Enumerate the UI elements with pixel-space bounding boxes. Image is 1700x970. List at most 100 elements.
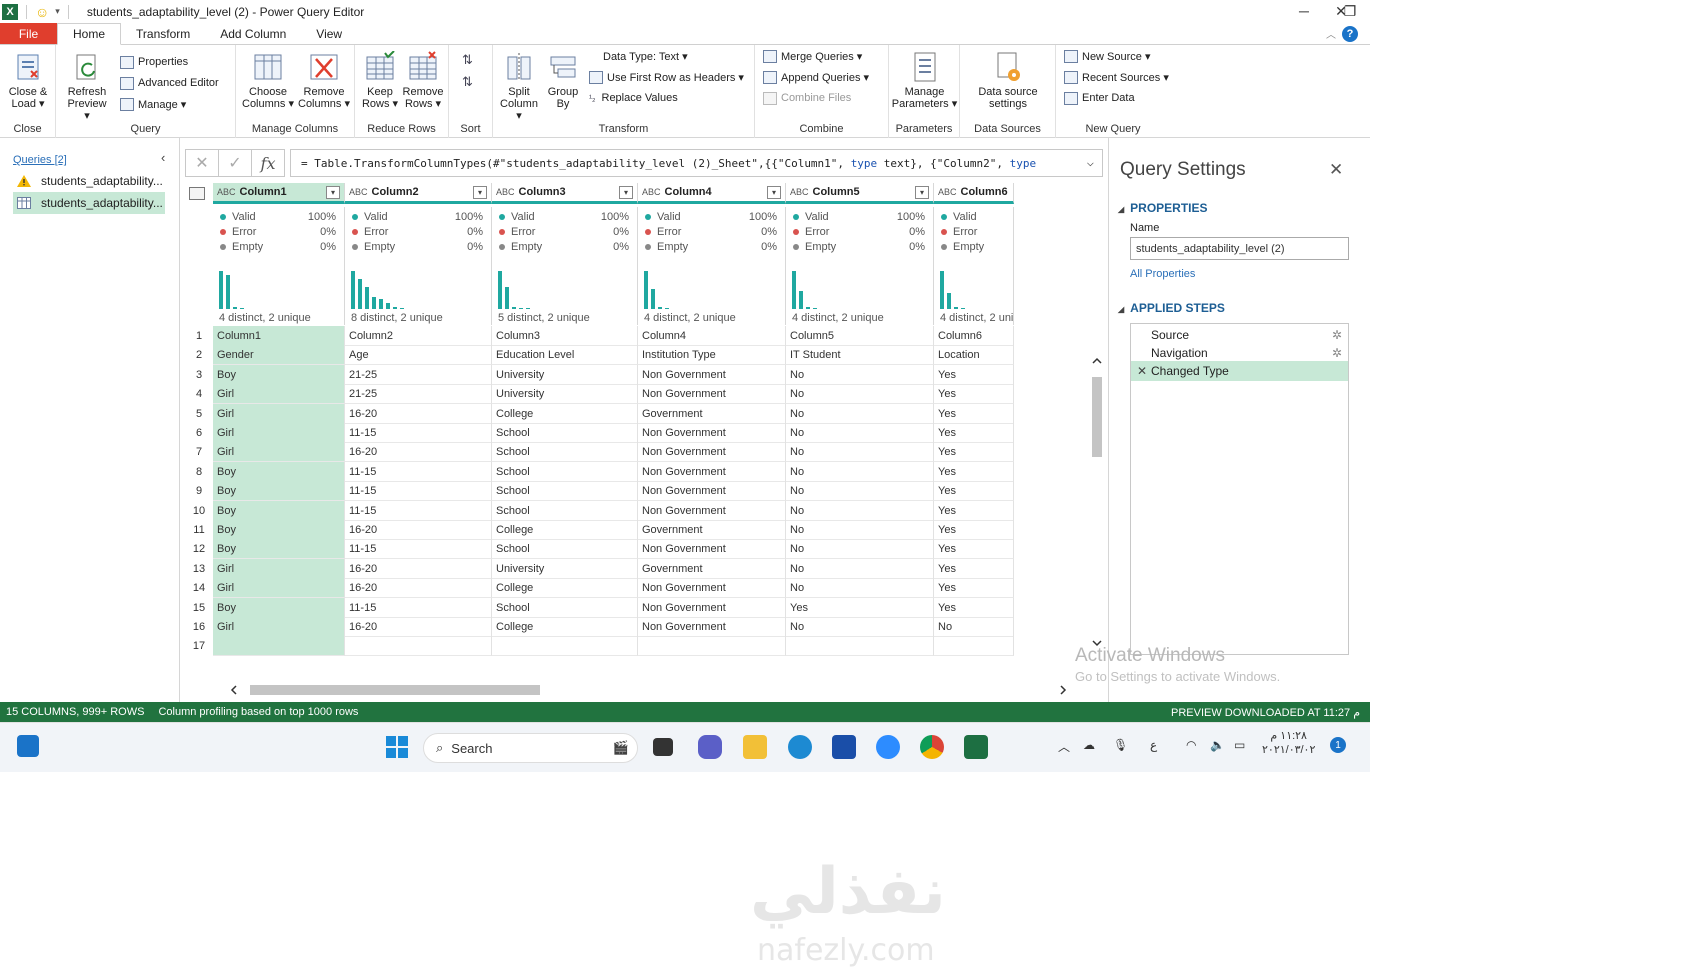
applied-steps-heading[interactable]: ◢ APPLIED STEPS xyxy=(1118,301,1225,315)
vertical-scrollbar[interactable] xyxy=(1090,355,1104,680)
text-type-icon[interactable]: ABC xyxy=(938,187,957,197)
table-cell[interactable]: 11-15 xyxy=(345,501,492,521)
table-cell[interactable]: No xyxy=(786,365,934,385)
table-cell[interactable]: University xyxy=(492,559,638,579)
column-header[interactable]: ABC Column3 ▾ xyxy=(492,183,638,204)
table-cell[interactable]: No xyxy=(786,501,934,521)
clock[interactable]: ١١:٢٨ م ٢٠٢١/٠٣/٠٢ xyxy=(1262,729,1315,757)
table-cell[interactable]: Boy xyxy=(213,501,345,521)
commit-formula-button[interactable]: ✓ xyxy=(218,149,252,177)
table-cell[interactable] xyxy=(213,636,345,656)
table-cell[interactable]: 11-15 xyxy=(345,598,492,618)
table-cell[interactable]: School xyxy=(492,501,638,521)
query-name-input[interactable]: students_adaptability_level (2) xyxy=(1130,237,1349,260)
table-cell[interactable]: Non Government xyxy=(638,384,786,404)
table-cell[interactable]: School xyxy=(492,539,638,559)
table-cell[interactable]: Yes xyxy=(934,384,1014,404)
table-cell[interactable]: Yes xyxy=(934,539,1014,559)
table-cell[interactable]: 21-25 xyxy=(345,384,492,404)
horizontal-scrollbar[interactable] xyxy=(228,683,1073,697)
table-cell[interactable]: Government xyxy=(638,559,786,579)
table-cell[interactable]: Yes xyxy=(934,520,1014,540)
table-cell[interactable]: 21-25 xyxy=(345,365,492,385)
table-cell[interactable] xyxy=(345,636,492,656)
table-cell[interactable]: No xyxy=(786,442,934,462)
value-distribution-histogram[interactable] xyxy=(219,271,244,309)
table-cell[interactable]: Column4 xyxy=(638,326,786,346)
table-cell[interactable]: University xyxy=(492,384,638,404)
row-number[interactable]: 10 xyxy=(185,505,213,517)
excel-taskbar-icon[interactable] xyxy=(964,735,988,759)
table-cell[interactable]: School xyxy=(492,442,638,462)
table-cell[interactable]: 11-15 xyxy=(345,462,492,482)
table-cell[interactable]: No xyxy=(786,520,934,540)
row-number[interactable]: 2 xyxy=(185,349,213,361)
column-header[interactable]: ABC Column6 xyxy=(934,183,1014,204)
insert-function-button[interactable]: fx xyxy=(251,149,285,177)
table-cell[interactable]: Yes xyxy=(934,442,1014,462)
table-cell[interactable] xyxy=(638,636,786,656)
value-distribution-histogram[interactable] xyxy=(940,271,965,309)
table-cell[interactable]: Yes xyxy=(934,501,1014,521)
table-cell[interactable]: Non Government xyxy=(638,423,786,443)
table-cell[interactable]: College xyxy=(492,578,638,598)
table-cell[interactable]: No xyxy=(786,423,934,443)
table-cell[interactable]: Non Government xyxy=(638,539,786,559)
refresh-preview-button[interactable]: Refresh Preview ▾ xyxy=(64,51,110,122)
column-header[interactable]: ABC Column2 ▾ xyxy=(345,183,492,204)
manage-parameters-button[interactable]: Manage Parameters ▾ xyxy=(891,51,958,110)
table-cell[interactable]: Non Government xyxy=(638,442,786,462)
table-cell[interactable]: School xyxy=(492,423,638,443)
filter-dropdown-icon[interactable]: ▾ xyxy=(767,186,781,199)
table-cell[interactable]: Column5 xyxy=(786,326,934,346)
query-item-selected[interactable]: students_adaptability... xyxy=(13,192,165,214)
row-number[interactable]: 3 xyxy=(185,369,213,381)
value-distribution-histogram[interactable] xyxy=(792,271,817,309)
value-distribution-histogram[interactable] xyxy=(351,271,404,309)
filter-dropdown-icon[interactable]: ▾ xyxy=(473,186,487,199)
gear-icon[interactable]: ✲ xyxy=(1332,346,1342,360)
collapse-pane-icon[interactable]: ‹ xyxy=(161,150,165,165)
filter-dropdown-icon[interactable]: ▾ xyxy=(326,186,340,199)
table-cell[interactable]: No xyxy=(786,462,934,482)
value-distribution-histogram[interactable] xyxy=(644,271,669,309)
row-number[interactable]: 13 xyxy=(185,563,213,575)
row-number[interactable]: 8 xyxy=(185,466,213,478)
wifi-icon[interactable]: ◠ xyxy=(1186,738,1196,752)
row-number[interactable]: 14 xyxy=(185,582,213,594)
tab-file[interactable]: File xyxy=(0,23,57,44)
row-number[interactable]: 17 xyxy=(185,640,213,652)
queries-header[interactable]: Queries [2] xyxy=(13,154,67,166)
split-column-button[interactable]: Split Column ▾ xyxy=(497,51,541,122)
table-cell[interactable]: Boy xyxy=(213,520,345,540)
new-source-button[interactable]: New Source ▾ xyxy=(1064,47,1151,65)
start-icon[interactable] xyxy=(385,735,409,759)
column-header[interactable]: ABC Column4 ▾ xyxy=(638,183,786,204)
table-cell[interactable]: Yes xyxy=(934,423,1014,443)
keep-rows-button[interactable]: Keep Rows ▾ xyxy=(359,50,401,110)
table-cell[interactable]: No xyxy=(786,481,934,501)
row-number[interactable]: 11 xyxy=(185,524,213,536)
table-cell[interactable]: Non Government xyxy=(638,365,786,385)
sort-descending-button[interactable]: ⇅ xyxy=(462,73,473,91)
table-cell[interactable]: Government xyxy=(638,520,786,540)
append-queries-button[interactable]: Append Queries ▾ xyxy=(763,68,869,86)
table-cell[interactable]: Institution Type xyxy=(638,345,786,365)
table-cell[interactable]: School xyxy=(492,481,638,501)
table-cell[interactable]: Non Government xyxy=(638,598,786,618)
tab-view[interactable]: View xyxy=(301,23,357,44)
table-cell[interactable]: 16-20 xyxy=(345,520,492,540)
table-cell[interactable]: Column6 xyxy=(934,326,1014,346)
value-distribution-histogram[interactable] xyxy=(498,271,530,309)
table-cell[interactable]: 11-15 xyxy=(345,539,492,559)
tray-chevron-icon[interactable]: ︿ xyxy=(1058,738,1070,755)
status-profiling[interactable]: Column profiling based on top 1000 rows xyxy=(158,706,358,718)
merge-queries-button[interactable]: Merge Queries ▾ xyxy=(763,47,862,65)
battery-icon[interactable]: ▭ xyxy=(1234,738,1245,752)
column-header[interactable]: ABC Column1 ▾ xyxy=(213,183,345,204)
gear-icon[interactable]: ✲ xyxy=(1332,328,1342,342)
table-cell[interactable]: Yes xyxy=(934,404,1014,424)
table-cell[interactable]: No xyxy=(786,578,934,598)
manage-button[interactable]: Manage ▾ xyxy=(120,95,186,113)
table-cell[interactable]: Yes xyxy=(786,598,934,618)
